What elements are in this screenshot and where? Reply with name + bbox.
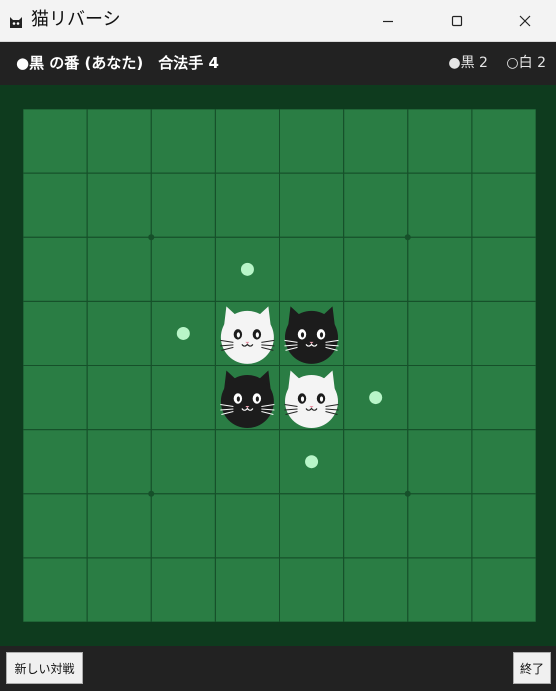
board-cell[interactable] bbox=[23, 172, 88, 238]
board-cell[interactable] bbox=[86, 365, 152, 431]
board-cell[interactable] bbox=[407, 172, 473, 238]
board-cell[interactable] bbox=[23, 557, 88, 622]
legal-move-hint[interactable] bbox=[176, 326, 190, 340]
board-cell[interactable] bbox=[150, 557, 216, 622]
board-cell[interactable] bbox=[23, 493, 88, 559]
board-cell[interactable] bbox=[23, 109, 88, 174]
white-cat-piece bbox=[220, 306, 275, 364]
board-cell[interactable] bbox=[343, 109, 409, 174]
window-title: 猫リバーシ bbox=[31, 9, 121, 30]
board-cell[interactable] bbox=[407, 300, 473, 366]
board-cell[interactable] bbox=[343, 172, 409, 238]
maximize-icon bbox=[451, 15, 463, 27]
board-cell[interactable] bbox=[214, 557, 280, 622]
board-cell[interactable] bbox=[343, 236, 409, 302]
score-counts: ●黒 2 ○白 2 bbox=[434, 54, 546, 72]
board-cell[interactable] bbox=[86, 429, 152, 495]
white-cat-piece bbox=[284, 370, 339, 428]
white-count: ○白 2 bbox=[506, 55, 546, 71]
board-cell[interactable] bbox=[86, 236, 152, 302]
board-cell[interactable] bbox=[23, 300, 88, 366]
status-bar: ●黒 の番 (あなた) 合法手 4 ●黒 2 ○白 2 bbox=[0, 42, 556, 85]
board-cell[interactable] bbox=[86, 300, 152, 366]
minimize-icon bbox=[383, 20, 393, 23]
board-cell[interactable] bbox=[23, 365, 88, 431]
board-cell[interactable] bbox=[471, 300, 536, 366]
board-cell[interactable] bbox=[86, 493, 152, 559]
board-cell[interactable] bbox=[279, 109, 345, 174]
board-cell[interactable] bbox=[214, 172, 280, 238]
star-point bbox=[148, 234, 155, 241]
board-cell[interactable] bbox=[343, 493, 409, 559]
board-cell[interactable] bbox=[471, 557, 536, 622]
footer-bar: 新しい対戦 終了 bbox=[0, 646, 556, 691]
board-cell[interactable] bbox=[279, 172, 345, 238]
quit-button[interactable]: 終了 bbox=[513, 652, 551, 684]
board-cell[interactable] bbox=[150, 109, 216, 174]
board-cell[interactable] bbox=[471, 236, 536, 302]
star-point bbox=[148, 490, 155, 497]
board-cell[interactable] bbox=[150, 429, 216, 495]
board-cell[interactable] bbox=[471, 365, 536, 431]
cat-app-icon bbox=[10, 17, 22, 28]
board-cell[interactable] bbox=[407, 429, 473, 495]
board-cell[interactable] bbox=[150, 365, 216, 431]
title-bar: 猫リバーシ bbox=[0, 0, 556, 42]
reversi-board[interactable] bbox=[23, 109, 536, 622]
board-cell[interactable] bbox=[407, 236, 473, 302]
board-cell[interactable] bbox=[150, 493, 216, 559]
board-cell[interactable] bbox=[279, 236, 345, 302]
board-cell[interactable] bbox=[407, 365, 473, 431]
board-cell[interactable] bbox=[150, 172, 216, 238]
legal-move-hint[interactable] bbox=[240, 262, 254, 276]
board-cell[interactable] bbox=[471, 493, 536, 559]
board-cell[interactable] bbox=[23, 429, 88, 495]
star-point bbox=[404, 234, 411, 241]
maximize-button[interactable] bbox=[434, 0, 480, 42]
board-cell[interactable] bbox=[407, 493, 473, 559]
board-cell[interactable] bbox=[343, 429, 409, 495]
board-cell[interactable] bbox=[214, 429, 280, 495]
new-game-button[interactable]: 新しい対戦 bbox=[6, 652, 83, 684]
board-area bbox=[0, 85, 556, 646]
black-cat-piece bbox=[220, 370, 275, 428]
board-cell[interactable] bbox=[214, 493, 280, 559]
board-cell[interactable] bbox=[471, 109, 536, 174]
close-button[interactable] bbox=[502, 0, 548, 42]
board-cell[interactable] bbox=[23, 236, 88, 302]
board-cell[interactable] bbox=[86, 557, 152, 622]
black-cat-piece bbox=[284, 306, 339, 364]
legal-move-hint[interactable] bbox=[305, 455, 319, 469]
board-cell[interactable] bbox=[471, 172, 536, 238]
board-cell[interactable] bbox=[407, 557, 473, 622]
board-cell[interactable] bbox=[86, 172, 152, 238]
board-cell[interactable] bbox=[407, 109, 473, 174]
board-cell[interactable] bbox=[86, 109, 152, 174]
board-cell[interactable] bbox=[279, 493, 345, 559]
star-point bbox=[404, 490, 411, 497]
board-cell[interactable] bbox=[471, 429, 536, 495]
board-cell[interactable] bbox=[343, 557, 409, 622]
board-cell[interactable] bbox=[150, 236, 216, 302]
minimize-button[interactable] bbox=[365, 0, 411, 42]
turn-indicator: ●黒 の番 (あなた) 合法手 4 bbox=[16, 54, 219, 72]
close-icon bbox=[519, 15, 531, 27]
board-cell[interactable] bbox=[279, 557, 345, 622]
legal-move-hint[interactable] bbox=[369, 391, 383, 405]
board-cell[interactable] bbox=[343, 300, 409, 366]
black-count: ●黒 2 bbox=[448, 55, 488, 71]
board-cell[interactable] bbox=[214, 109, 280, 174]
